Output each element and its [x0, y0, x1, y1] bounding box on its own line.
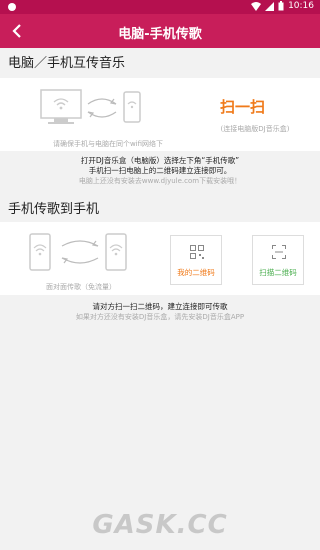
watermark: GASK.CC [92, 510, 228, 540]
battery-icon [278, 1, 284, 11]
face-to-face-hint: 面对面传歌（免流量） [46, 283, 116, 291]
instruction-line: 手机扫一扫电脑上的二维码建立连接即可。 [88, 166, 232, 175]
pc-connect-card: 请确保手机与电脑在同个wifi网络下 扫一扫 (连接电脑版DJ音乐盒) [0, 78, 320, 151]
scan-button[interactable]: 扫一扫 [220, 96, 265, 117]
phone-instructions: 请对方扫一扫二维码，建立连接即可传歌 如果对方还没有安装DJ音乐盒，请先安装DJ… [0, 302, 320, 322]
scan-qr-code-button[interactable]: 扫描二维码 [252, 235, 304, 285]
pc-instructions: 打开DJ音乐盒（电脑版）选择左下角“手机传歌” 手机扫一扫电脑上的二维码建立连接… [0, 156, 320, 186]
my-qr-code-label: 我的二维码 [177, 268, 215, 277]
instruction-line: 请对方扫一扫二维码，建立连接即可传歌 [92, 302, 228, 311]
section-title-pc-phone: 电脑／手机互传音乐 [8, 56, 126, 71]
status-bar: 10:16 [0, 0, 320, 14]
phone-phone-illustration-icon [29, 233, 127, 271]
app-bar: 电脑-手机传歌 [0, 14, 320, 48]
wifi-icon [251, 1, 262, 11]
notification-icon [8, 3, 16, 11]
scan-subtitle: (连接电脑版DJ音乐盒) [220, 125, 290, 133]
phone-to-phone-card: 面对面传歌（免流量） 我的二维码 扫描二维码 [0, 222, 320, 295]
signal-icon [265, 1, 275, 11]
qr-code-icon [190, 245, 204, 259]
pc-phone-illustration-icon [40, 89, 141, 124]
instruction-line: 打开DJ音乐盒（电脑版）选择左下角“手机传歌” [80, 156, 240, 165]
install-hint: 如果对方还没有安装DJ音乐盒，请先安装DJ音乐盒APP [75, 313, 245, 321]
section-title-phone-phone: 手机传歌到手机 [8, 202, 100, 217]
download-hint: 电脑上还没有安装去www.djyule.com下载安装哦！ [78, 177, 242, 185]
page-title: 电脑-手机传歌 [118, 27, 202, 42]
scan-frame-icon [272, 245, 286, 259]
my-qr-code-button[interactable]: 我的二维码 [170, 235, 222, 285]
clock: 10:16 [288, 1, 314, 11]
wifi-hint: 请确保手机与电脑在同个wifi网络下 [52, 140, 164, 148]
scan-qr-code-label: 扫描二维码 [259, 268, 297, 277]
